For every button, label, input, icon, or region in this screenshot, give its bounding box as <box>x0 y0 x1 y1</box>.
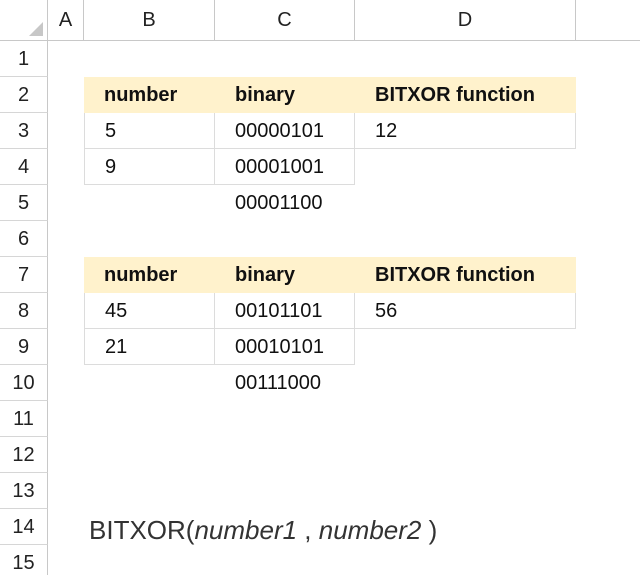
column-header-a[interactable]: A <box>48 0 84 41</box>
table2-header-binary[interactable]: binary <box>215 257 355 293</box>
row-header-5[interactable]: 5 <box>0 185 48 221</box>
table1-cell-binary[interactable]: 00001001 <box>215 149 355 185</box>
syntax-function-name: BITXOR( <box>89 515 195 545</box>
spreadsheet: A B C D 1 2 3 4 5 6 7 8 9 10 11 12 13 14… <box>0 0 640 575</box>
table2-result-binary[interactable]: 00111000 <box>215 365 355 401</box>
row-header-2[interactable]: 2 <box>0 77 48 113</box>
bitxor-syntax[interactable]: BITXOR(number1 , number2 ) <box>89 512 437 548</box>
table2-header-function[interactable]: BITXOR function <box>355 257 576 293</box>
row-header-8[interactable]: 8 <box>0 293 48 329</box>
table2-cell-number[interactable]: 45 <box>84 293 215 329</box>
table1-cell-function-result[interactable]: 12 <box>355 113 576 149</box>
table2-header-number[interactable]: number <box>84 257 215 293</box>
syntax-separator: , <box>297 515 319 545</box>
column-header-b[interactable]: B <box>84 0 215 41</box>
table2-cell-binary[interactable]: 00010101 <box>215 329 355 365</box>
column-header-c[interactable]: C <box>215 0 355 41</box>
row-header-15[interactable]: 15 <box>0 545 48 575</box>
table2-cell-function-result[interactable]: 56 <box>355 293 576 329</box>
syntax-argument-1: number1 <box>194 515 298 545</box>
row-header-7[interactable]: 7 <box>0 257 48 293</box>
row-header-4[interactable]: 4 <box>0 149 48 185</box>
syntax-argument-2: number2 <box>318 515 422 545</box>
row-header-1[interactable]: 1 <box>0 41 48 77</box>
syntax-close-paren: ) <box>421 515 438 545</box>
row-header-6[interactable]: 6 <box>0 221 48 257</box>
select-all-corner[interactable] <box>0 0 48 41</box>
select-all-triangle-icon <box>29 22 43 36</box>
table1-header-binary[interactable]: binary <box>215 77 355 113</box>
row-header-9[interactable]: 9 <box>0 329 48 365</box>
row-header-14[interactable]: 14 <box>0 509 48 545</box>
table2-cell-number[interactable]: 21 <box>84 329 215 365</box>
table1-cell-number[interactable]: 5 <box>84 113 215 149</box>
row-header-10[interactable]: 10 <box>0 365 48 401</box>
table1-cell-number[interactable]: 9 <box>84 149 215 185</box>
column-header-e[interactable] <box>576 0 640 41</box>
row-header-3[interactable]: 3 <box>0 113 48 149</box>
row-header-11[interactable]: 11 <box>0 401 48 437</box>
table1-header-number[interactable]: number <box>84 77 215 113</box>
row-header-13[interactable]: 13 <box>0 473 48 509</box>
table1-cell-binary[interactable]: 00000101 <box>215 113 355 149</box>
row-header-12[interactable]: 12 <box>0 437 48 473</box>
column-header-d[interactable]: D <box>355 0 576 41</box>
table1-header-function[interactable]: BITXOR function <box>355 77 576 113</box>
table1-result-binary[interactable]: 00001100 <box>215 185 355 221</box>
table2-cell-binary[interactable]: 00101101 <box>215 293 355 329</box>
